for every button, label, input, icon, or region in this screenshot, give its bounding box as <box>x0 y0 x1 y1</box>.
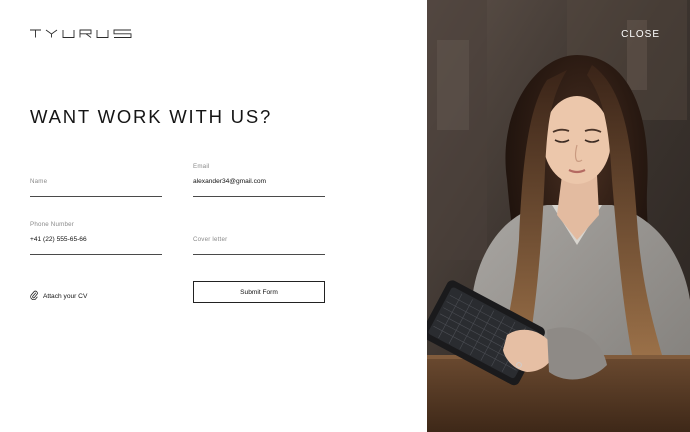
cover-letter-field[interactable]: Cover letter <box>193 234 325 255</box>
name-field[interactable]: Name <box>30 176 162 197</box>
attach-cv-label: Attach your CV <box>43 292 88 300</box>
email-input[interactable] <box>193 178 325 185</box>
phone-label: Phone Number <box>30 221 75 228</box>
phone-input[interactable] <box>30 236 162 243</box>
phone-field[interactable]: Phone Number <box>30 219 162 255</box>
attach-cv-button[interactable]: Attach your CV <box>30 287 87 305</box>
form-panel: WANT WORK WITH US? Name Email Phone Numb… <box>0 0 427 432</box>
name-input[interactable] <box>30 186 162 193</box>
brand-logo[interactable] <box>30 29 132 38</box>
cover-letter-input[interactable] <box>193 244 325 251</box>
name-label: Name <box>30 178 48 185</box>
close-button[interactable]: CLOSE <box>621 29 660 40</box>
paperclip-icon <box>30 287 38 305</box>
email-label: Email <box>193 163 210 170</box>
cover-letter-label: Cover letter <box>193 236 228 243</box>
woman-with-tablet-photo <box>427 0 690 432</box>
hero-photo-panel: CLOSE <box>427 0 690 432</box>
email-field[interactable]: Email <box>193 161 325 197</box>
page-title: WANT WORK WITH US? <box>30 106 273 127</box>
submit-form-button[interactable]: Submit Form <box>193 281 325 303</box>
